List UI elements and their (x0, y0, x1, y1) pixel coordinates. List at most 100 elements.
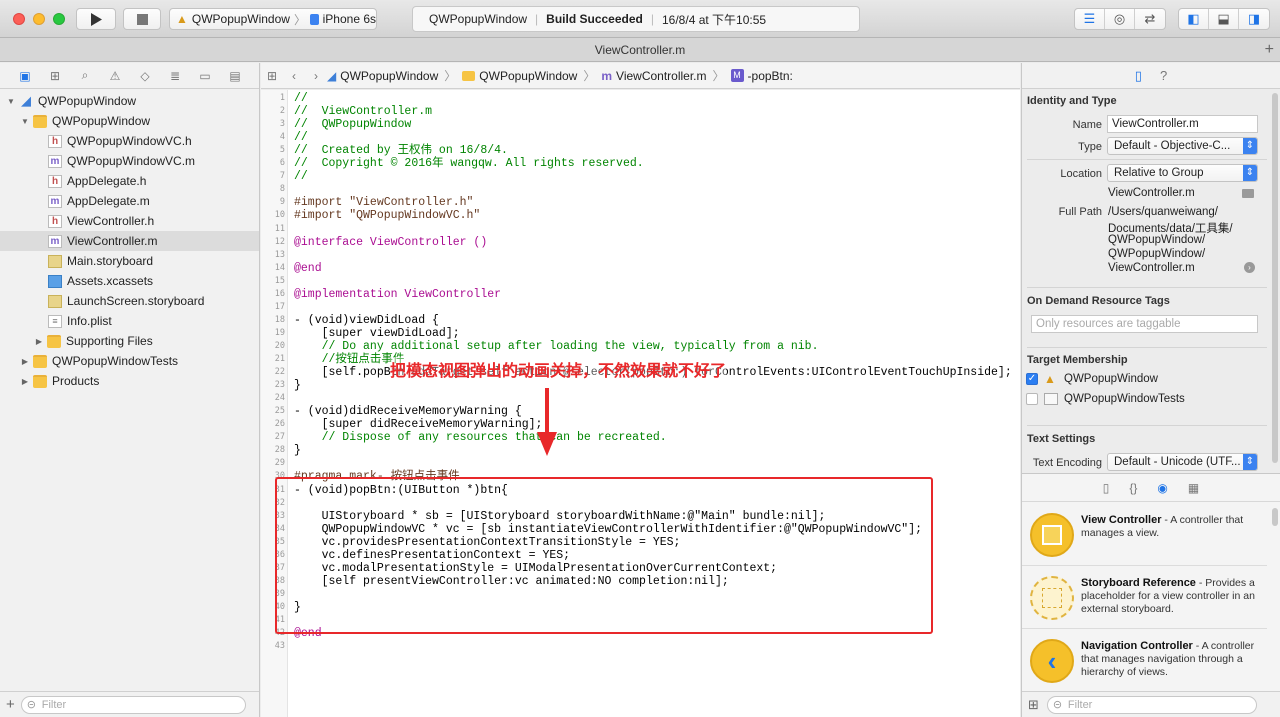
toggle-debug-area-button[interactable]: ⬓ (1209, 9, 1239, 29)
tree-item-file[interactable]: m AppDelegate.m (0, 191, 259, 211)
plus-icon[interactable]: + (6, 696, 15, 713)
library-item-storyboard-reference[interactable]: Storyboard Reference - Provides a placeh… (1022, 567, 1267, 629)
full-path-line: QWPopupWindow/ (1108, 234, 1206, 246)
tree-item-label: Assets.xcassets (67, 274, 154, 288)
name-field[interactable]: ViewController.m (1107, 115, 1258, 133)
back-arrow-icon[interactable]: ‹ (283, 69, 305, 83)
zoom-window-button[interactable] (53, 13, 65, 25)
encoding-popup[interactable]: Default - Unicode (UTF... (1107, 453, 1258, 471)
debug-icon[interactable]: ≣ (167, 69, 183, 83)
breadcrumb-group[interactable]: QWPopupWindow (462, 69, 577, 83)
code-line: //按钮点击事件 (294, 353, 405, 366)
line-number: 13 (274, 249, 285, 260)
file-inspector-icon[interactable]: ▯ (1135, 68, 1142, 84)
add-tab-button[interactable]: + (1265, 38, 1274, 62)
tree-item-group[interactable]: ▼ QWPopupWindow (0, 111, 259, 131)
breadcrumb-file[interactable]: m ViewController.m (601, 69, 706, 83)
library-item-view-controller[interactable]: View Controller - A controller that mana… (1022, 504, 1267, 566)
quick-help-icon[interactable]: ? (1160, 68, 1167, 83)
annotation-text: 把模态视图弹出的动画关掉，不然效果就不好了 (390, 357, 727, 381)
resource-tags-field[interactable]: Only resources are taggable (1031, 315, 1258, 333)
asset-catalog-icon (48, 274, 62, 288)
tree-item-file-selected[interactable]: m ViewController.m (0, 231, 259, 251)
close-window-button[interactable] (13, 13, 25, 25)
tree-item-file[interactable]: h ViewController.h (0, 211, 259, 231)
tab-viewcontroller-m[interactable]: ViewController.m (595, 43, 685, 57)
test-bundle-icon (1044, 393, 1058, 405)
scheme-selector[interactable]: ▲ QWPopupWindow 〉 iPhone 6s (169, 8, 377, 30)
grid-view-icon[interactable]: ⊞ (1028, 697, 1039, 713)
library-tabs: ▯ {} ◉ ▦ (1022, 474, 1280, 502)
tree-item-label: AppDelegate.m (67, 194, 150, 208)
folder-icon[interactable]: ▣ (17, 69, 33, 83)
tree-item-file[interactable]: ≡ Info.plist (0, 311, 259, 331)
toggle-navigator-button[interactable]: ◧ (1179, 9, 1209, 29)
target-checkbox-checked[interactable]: ✓ (1026, 373, 1038, 385)
tree-item-group[interactable]: ▶ Supporting Files (0, 331, 259, 351)
breadcrumb-project[interactable]: ◢ QWPopupWindow (327, 69, 438, 83)
annotation-arrow-icon (537, 432, 557, 456)
reveal-arrow-icon[interactable]: › (1244, 262, 1255, 273)
target-label: QWPopupWindowTests (1064, 393, 1185, 405)
project-icon: ◢ (21, 93, 31, 108)
folder-icon[interactable] (1242, 189, 1254, 198)
chevron-right-icon: 〉 (444, 69, 457, 83)
minimize-window-button[interactable] (33, 13, 45, 25)
tree-item-file[interactable]: LaunchScreen.storyboard (0, 291, 259, 311)
left-panel-icon: ◧ (1187, 11, 1200, 26)
tree-item-file[interactable]: m QWPopupWindowVC.m (0, 151, 259, 171)
app-target-icon: ▲ (176, 12, 188, 26)
section-title: Identity and Type (1027, 95, 1117, 107)
report-icon[interactable]: ▤ (227, 69, 243, 83)
tree-item-file[interactable]: Assets.xcassets (0, 271, 259, 291)
tree-item-group[interactable]: ▶ Products (0, 371, 259, 391)
implementation-file-icon: m (601, 68, 613, 83)
forward-arrow-icon[interactable]: › (305, 69, 327, 83)
line-number: 23 (274, 380, 285, 391)
run-button[interactable] (76, 8, 116, 30)
object-library-icon[interactable]: ◉ (1157, 481, 1167, 495)
tree-item-file[interactable]: h QWPopupWindowVC.h (0, 131, 259, 151)
version-editor-button[interactable]: ⇄ (1135, 9, 1165, 29)
tree-item-file[interactable]: h AppDelegate.h (0, 171, 259, 191)
tree-item-label: QWPopupWindowVC.m (67, 154, 196, 168)
library-item-navigation-controller[interactable]: ‹ Navigation Controller - A controller t… (1022, 630, 1267, 692)
code-line: @interface ViewController () (294, 235, 488, 249)
target-checkbox[interactable] (1026, 393, 1038, 405)
code-line: } (294, 379, 301, 393)
test-diamond-icon[interactable]: ◇ (137, 69, 153, 83)
tree-item-file[interactable]: Main.storyboard (0, 251, 259, 271)
utilities-inspector: ▯ ? Identity and Type Name ViewControlle… (1021, 63, 1280, 717)
library-scrollbar[interactable] (1272, 508, 1278, 526)
tree-item-group[interactable]: ▶ QWPopupWindowTests (0, 351, 259, 371)
navigator-filter-input[interactable]: Filter (20, 695, 246, 714)
section-title: Target Membership (1027, 354, 1128, 366)
standard-editor-button[interactable]: ☰ (1075, 9, 1105, 29)
breakpoint-icon[interactable]: ▭ (197, 69, 213, 83)
search-icon[interactable]: ⌕ (77, 68, 93, 83)
toggle-utilities-button[interactable]: ◨ (1239, 9, 1269, 29)
warning-icon[interactable]: ⚠ (107, 69, 123, 83)
breadcrumb-method[interactable]: M -popBtn: (730, 69, 793, 83)
navigator-filter-bar: + Filter (0, 691, 259, 717)
rings-icon: ◎ (1113, 11, 1126, 26)
type-popup[interactable]: Default - Objective-C... (1107, 137, 1258, 155)
source-editor[interactable]: 1 2 3 4 5 6 7 8 9 10 11 12 13 14 15 16 17 18 19 20 21 22 23 24 2… (261, 90, 1020, 717)
stop-button[interactable] (123, 8, 161, 30)
hierarchy-icon[interactable]: ⊞ (47, 69, 63, 83)
library-filter-input[interactable]: Filter (1046, 695, 1257, 714)
location-popup[interactable]: Relative to Group (1107, 164, 1258, 182)
method-icon: M (730, 69, 744, 82)
tree-item-project[interactable]: ▼ ◢ QWPopupWindow (0, 91, 259, 111)
media-library-icon[interactable]: ▦ (1188, 481, 1199, 495)
header-file-icon: h (48, 174, 62, 188)
assistant-editor-button[interactable]: ◎ (1105, 9, 1135, 29)
implementation-file-icon: m (48, 194, 62, 208)
annotation-arrow-shaft (545, 388, 549, 438)
related-items-icon[interactable]: ⊞ (261, 69, 283, 83)
view-toggle-segment: ◧ ⬓ ◨ (1178, 8, 1270, 30)
line-number: 5 (279, 145, 285, 156)
code-snippet-icon[interactable]: {} (1129, 481, 1137, 495)
inspector-scrollbar[interactable] (1272, 93, 1278, 463)
file-template-icon[interactable]: ▯ (1103, 481, 1110, 495)
